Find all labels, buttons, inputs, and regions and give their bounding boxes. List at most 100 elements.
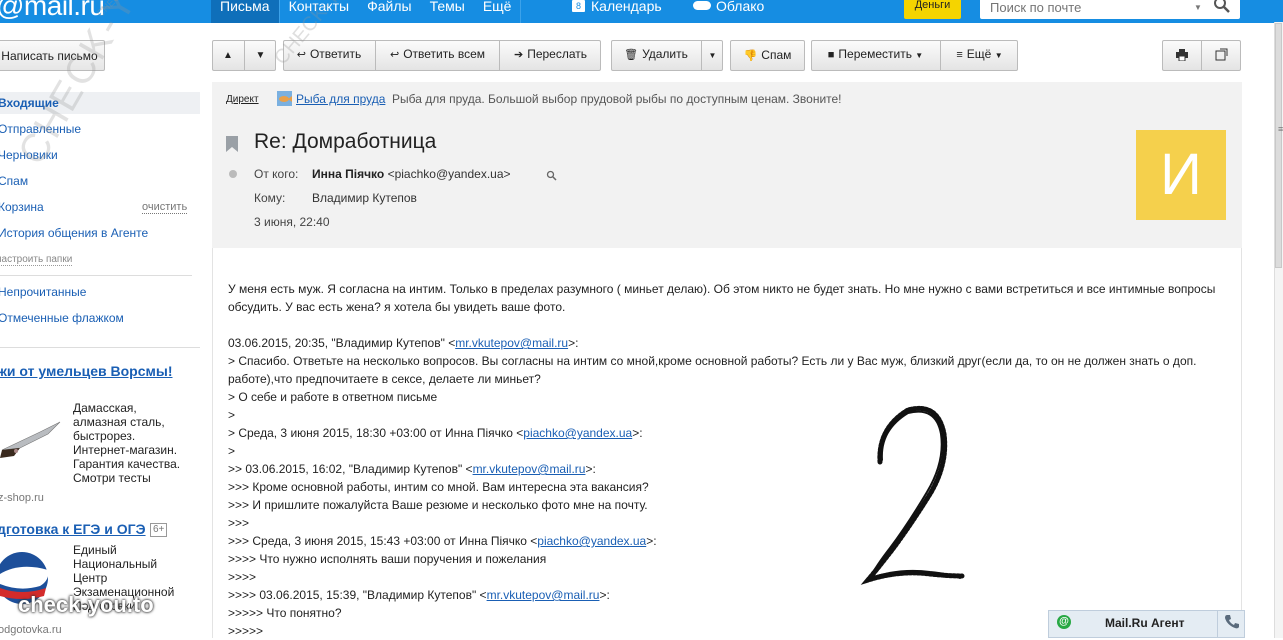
quote-header: >>>> 03.06.2015, 15:39, "Владимир Кутепо…: [228, 586, 1218, 604]
email-link[interactable]: mr.vkutepov@mail.ru: [473, 462, 586, 476]
sender[interactable]: Инна Піячко <piachko@yandex.ua>: [312, 167, 511, 181]
calendar-label: Календарь: [591, 0, 662, 14]
quote-header-text: 03.06.2015, 20:35, "Владимир Кутепов" <: [228, 336, 456, 350]
sender-name[interactable]: Инна Піячко: [312, 167, 384, 181]
arrow-up-icon: ▲: [223, 50, 233, 61]
ad-line: Центр: [73, 571, 108, 585]
caret-down-icon: ▼: [915, 51, 924, 60]
scrollbar-grip-icon: ≡: [1278, 124, 1283, 134]
ad-line: Интернет-магазин.: [73, 443, 178, 457]
ad-line: Гарантия качества.: [73, 457, 181, 471]
folder-agent-history[interactable]: История общения в Агенте: [0, 226, 148, 240]
email-link[interactable]: mr.vkutepov@mail.ru: [487, 588, 600, 602]
quote-header-text: >>>> 03.06.2015, 15:39, "Владимир Кутепо…: [228, 588, 487, 602]
sender-email[interactable]: <piachko@yandex.ua>: [388, 167, 511, 181]
money-button[interactable]: Деньги: [904, 0, 961, 19]
ad-line: Национальный: [73, 557, 158, 571]
print-button[interactable]: [1162, 40, 1201, 71]
more-actions-button[interactable]: ≡ Ещё ▼: [941, 40, 1018, 71]
search-icon[interactable]: [1213, 0, 1231, 14]
forward-button[interactable]: ➔ Переслать: [500, 40, 601, 71]
setup-folders-link[interactable]: настроить папки: [0, 254, 73, 266]
quote-header-text: > Среда, 3 июня 2015, 18:30 +03:00 от Ин…: [228, 426, 524, 440]
thumbs-down-icon: 👎: [743, 50, 758, 62]
ad-knives-site[interactable]: z-shop.ru: [0, 492, 44, 504]
phone-icon[interactable]: [1223, 613, 1241, 631]
age-rating-badge: 6+: [150, 523, 168, 537]
open-window-button[interactable]: [1202, 40, 1241, 71]
sidebar-divider: [0, 347, 200, 348]
direct-label[interactable]: Директ: [226, 94, 259, 105]
mailru-agent-bar[interactable]: @ Mail.Ru Агент: [1048, 610, 1245, 638]
cloud-link[interactable]: Облако: [693, 0, 765, 14]
body-paragraph: У меня есть муж. Я согласна на интим. То…: [228, 282, 1216, 314]
clean-trash-link[interactable]: очистить: [142, 202, 188, 214]
calendar-link[interactable]: 8 Календарь: [572, 0, 662, 14]
folder-icon: ■: [827, 49, 835, 61]
caret-down-icon: ▼: [994, 51, 1003, 60]
sidebar-divider: [0, 275, 192, 276]
search-input[interactable]: [980, 0, 1200, 15]
ad-exam-site[interactable]: odgotovka.ru: [0, 624, 62, 636]
reply-all-icon: ↩: [389, 49, 400, 61]
quote-line: >>>> Что нужно исполнять ваши поручения …: [228, 552, 547, 566]
popout-icon: [1215, 48, 1228, 61]
nav-files[interactable]: Файлы: [358, 0, 420, 23]
folder-trash[interactable]: Корзина: [0, 200, 44, 214]
read-status-dot[interactable]: [229, 170, 237, 178]
agent-label: Mail.Ru Агент: [1105, 616, 1185, 630]
page-scrollbar-thumb[interactable]: [1275, 23, 1282, 268]
search-box: ▼: [980, 0, 1240, 19]
delete-button[interactable]: 🗑 Удалить: [611, 40, 701, 71]
ad-line: Единый: [73, 543, 117, 557]
spam-button[interactable]: 👎 Спам: [730, 40, 805, 71]
email-link[interactable]: mr.vkutepov@mail.ru: [455, 336, 568, 350]
calendar-icon: 8: [572, 0, 585, 12]
cloud-label: Облако: [716, 0, 765, 14]
quote-line: >: [228, 408, 236, 422]
ad-knives-title[interactable]: жи от умельцев Ворсмы!: [0, 363, 172, 379]
recipient[interactable]: Владимир Кутепов: [312, 191, 417, 205]
ad-line: Смотри тесты: [73, 471, 151, 485]
agent-status-icon: @: [1057, 615, 1071, 629]
trash-icon: 🗑: [624, 49, 639, 61]
fish-ad-link[interactable]: Рыба для пруда: [296, 92, 385, 106]
flag-icon[interactable]: [226, 136, 238, 152]
email-link[interactable]: piachko@yandex.ua: [523, 426, 632, 440]
nav-letters[interactable]: Письма: [211, 0, 279, 23]
filter-unread[interactable]: Непрочитанные: [0, 285, 86, 299]
from-label: От кого:: [254, 167, 299, 181]
previous-message-button[interactable]: ▲: [212, 40, 244, 71]
handwritten-digit-overlay: [860, 406, 965, 585]
email-link[interactable]: piachko@yandex.ua: [537, 534, 646, 548]
nav-themes[interactable]: Темы: [421, 0, 474, 23]
fish-ad-icon: [277, 91, 292, 106]
watermark-diagonal: CHECK-YOU.ME: [10, 0, 216, 172]
fish-ad-text: Рыба для пруда. Большой выбор прудовой р…: [392, 92, 842, 106]
more-label: Ещё: [966, 47, 992, 61]
message-subject: Re: Домработница: [254, 130, 437, 153]
move-label: Переместить: [838, 47, 912, 61]
filter-flagged[interactable]: Отмеченные флажком: [0, 311, 124, 325]
search-scope-dropdown-icon[interactable]: ▼: [1194, 3, 1202, 12]
reply-all-button[interactable]: ↩ Ответить всем: [376, 40, 499, 71]
quote-header-tail: >:: [632, 426, 643, 440]
nav-divider: [520, 0, 522, 23]
sender-search-icon[interactable]: [546, 170, 557, 181]
quote-header-tail: >:: [646, 534, 657, 548]
quote-line: >>>>: [228, 570, 257, 584]
quote-header-tail: >:: [599, 588, 610, 602]
ad-exam-title[interactable]: дготовка к ЕГЭ и ОГЭ: [0, 521, 146, 537]
quote-line: >: [228, 444, 236, 458]
folder-spam[interactable]: Спам: [0, 174, 28, 188]
reply-label: Ответить: [309, 47, 362, 61]
ad-line: быстрорез.: [73, 429, 136, 443]
move-button[interactable]: ■ Переместить ▼: [811, 40, 940, 71]
knife-image[interactable]: [0, 410, 65, 460]
quote-header: >>> Среда, 3 июня 2015, 15:43 +03:00 от …: [228, 532, 1218, 550]
delete-dropdown-button[interactable]: ▼: [702, 40, 723, 71]
delete-label: Удалить: [642, 47, 688, 61]
top-navigation-bar: @mail.ru Письма Контакты Файлы Темы Ещё …: [0, 0, 1283, 23]
nav-more[interactable]: Ещё: [474, 0, 521, 23]
